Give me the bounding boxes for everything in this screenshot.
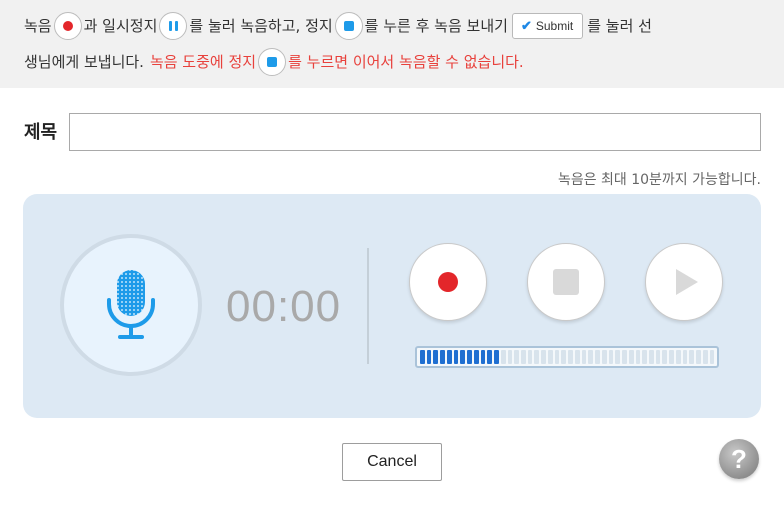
meter-segment: [642, 350, 647, 364]
meter-segment: [648, 350, 654, 364]
stop-icon: [258, 48, 287, 76]
microphone-icon: [107, 270, 155, 339]
instruction-text: 과 일시정지: [83, 17, 158, 35]
meter-segment: [446, 350, 452, 364]
meter-segment: [595, 350, 600, 364]
meter-segment: [547, 350, 553, 364]
meter-segment: [675, 350, 681, 364]
meter-segment: [433, 350, 439, 364]
meter-segment: [541, 350, 546, 364]
meter-segment: [554, 350, 560, 364]
meter-segment: [615, 350, 621, 364]
microphone-indicator: [60, 234, 202, 376]
instruction-line-2: 생님에게 보냅니다. 녹음 도중에 정지 를 누르면 이어서 녹음할 수 없습니…: [24, 44, 764, 80]
title-label: 제목: [24, 122, 58, 143]
meter-segment: [702, 350, 708, 364]
instruction-banner: 녹음 과 일시정지 를 눌러 녹음하고, 정지 를 누른 후 녹음 보내기 ✔ …: [0, 0, 784, 88]
meter-segment: [440, 350, 445, 364]
submit-button-sample: ✔ Submit: [511, 13, 584, 39]
instruction-text: 를 눌러 녹음하고, 정지: [189, 17, 333, 35]
stop-button[interactable]: [527, 243, 605, 321]
pause-icon: [159, 12, 188, 40]
meter-segment: [480, 350, 486, 364]
meter-segment: [682, 350, 688, 364]
meter-segment: [601, 350, 607, 364]
meter-segment: [534, 350, 540, 364]
question-icon: ?: [731, 443, 747, 474]
instruction-text: 를 누른 후 녹음 보내기: [364, 17, 508, 35]
play-icon: [676, 269, 698, 295]
meter-segment: [662, 350, 668, 364]
meter-segment: [426, 350, 432, 364]
recording-limit-note: 녹음은 최대 10분까지 가능합니다.: [557, 172, 761, 188]
checkmark-icon: ✔: [520, 18, 532, 33]
instruction-text: 를 눌러 선: [587, 17, 652, 35]
meter-segment: [622, 350, 627, 364]
stop-icon: [553, 269, 579, 295]
meter-segment: [527, 350, 533, 364]
record-icon: [438, 272, 458, 292]
meter-segment: [460, 350, 466, 364]
meter-segment: [453, 350, 459, 364]
warning-text: 를 누르면 이어서 녹음할 수 없습니다.: [288, 53, 524, 71]
warning-text: 녹음 도중에 정지: [149, 53, 257, 71]
cancel-button[interactable]: Cancel: [342, 443, 442, 481]
stop-icon: [334, 12, 363, 40]
meter-segment: [635, 350, 641, 364]
divider: [367, 248, 369, 364]
meter-segment: [669, 350, 674, 364]
meter-segment: [473, 350, 479, 364]
help-button[interactable]: ?: [719, 439, 759, 479]
meter-segment: [696, 350, 701, 364]
instruction-text: 생님에게 보냅니다.: [24, 53, 144, 71]
meter-segment: [588, 350, 594, 364]
meter-segment: [581, 350, 587, 364]
timer-display: 00:00: [226, 282, 342, 331]
meter-segment: [709, 350, 715, 364]
meter-segment: [655, 350, 661, 364]
meter-segment: [628, 350, 634, 364]
meter-segment: [568, 350, 573, 364]
meter-segment: [487, 350, 493, 364]
instruction-text: 녹음: [24, 17, 52, 35]
meter-segment: [521, 350, 526, 364]
meter-segment: [561, 350, 567, 364]
meter-segment: [514, 350, 520, 364]
submit-label: Submit: [535, 19, 574, 33]
record-button[interactable]: [409, 243, 487, 321]
meter-segment: [574, 350, 580, 364]
meter-segment: [689, 350, 695, 364]
record-icon: [53, 12, 82, 40]
meter-segment: [494, 350, 499, 364]
meter-segment: [500, 350, 506, 364]
title-input[interactable]: [69, 113, 761, 151]
meter-segment: [507, 350, 513, 364]
meter-segment: [608, 350, 614, 364]
volume-level-meter: [415, 346, 719, 368]
meter-segment: [467, 350, 472, 364]
play-button[interactable]: [645, 243, 723, 321]
instruction-line-1: 녹음 과 일시정지 를 눌러 녹음하고, 정지 를 누른 후 녹음 보내기 ✔ …: [24, 8, 764, 44]
meter-segment: [420, 350, 425, 364]
